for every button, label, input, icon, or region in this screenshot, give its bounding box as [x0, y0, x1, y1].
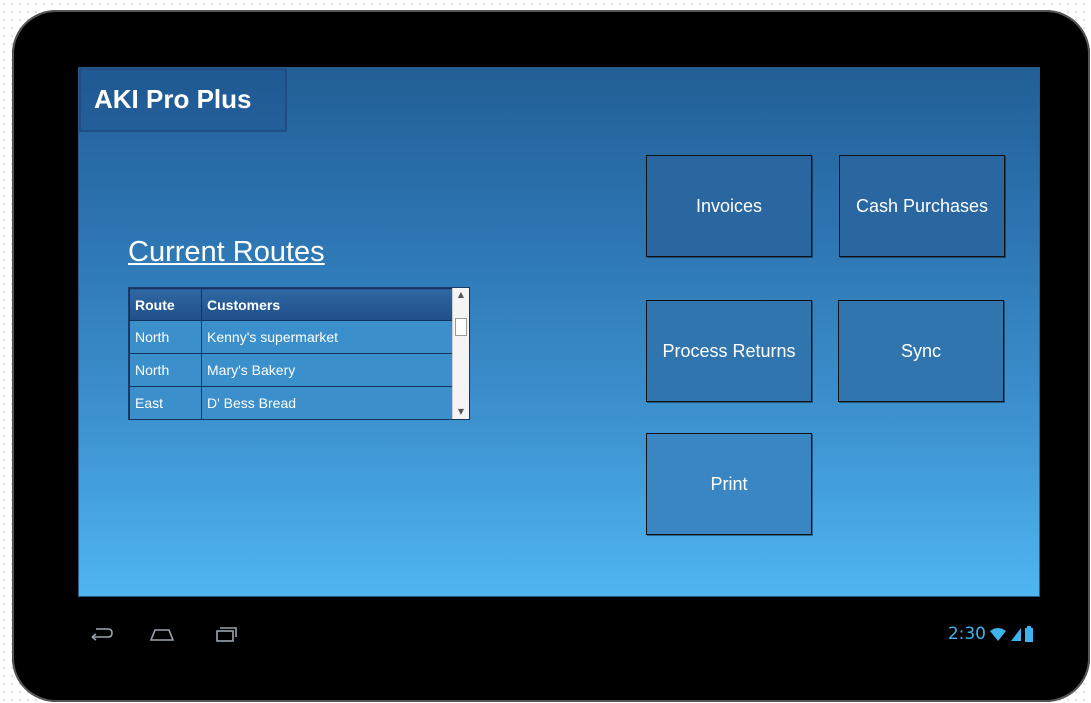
recent-apps-icon[interactable] — [211, 625, 239, 647]
column-header-customers[interactable]: Customers — [201, 288, 470, 321]
back-icon[interactable] — [88, 625, 114, 647]
process-returns-button[interactable]: Process Returns — [646, 300, 812, 402]
home-icon[interactable] — [148, 625, 176, 647]
app-title: AKI Pro Plus — [94, 84, 252, 114]
table-scrollbar[interactable]: ▲ ▼ — [452, 288, 469, 419]
table-header-row: Route Customers — [129, 288, 470, 321]
customer-cell: Kenny's supermarket — [201, 320, 470, 354]
current-routes-title: Current Routes — [128, 236, 325, 268]
print-button[interactable]: Print — [646, 433, 812, 535]
clock: 2:30 — [947, 624, 986, 644]
battery-icon — [1025, 626, 1033, 642]
signal-icon — [1011, 628, 1021, 641]
routes-table: Route Customers North Kenny's supermarke… — [129, 288, 470, 420]
column-header-route[interactable]: Route — [129, 288, 202, 321]
customer-cell: Mary's Bakery — [201, 353, 470, 387]
table-row[interactable]: East D' Bess Bread — [129, 386, 470, 420]
customer-cell: D' Bess Bread — [201, 386, 470, 420]
scroll-down-arrow-icon[interactable]: ▼ — [453, 405, 469, 419]
sync-button[interactable]: Sync — [838, 300, 1004, 402]
app-screen: AKI Pro Plus Current Routes Route Custom… — [78, 67, 1040, 597]
route-cell: North — [129, 320, 202, 354]
routes-table-container: Route Customers North Kenny's supermarke… — [128, 287, 470, 420]
scroll-up-arrow-icon[interactable]: ▲ — [453, 288, 469, 302]
scroll-thumb[interactable] — [455, 318, 467, 336]
system-nav-bar — [78, 615, 1040, 655]
invoices-button[interactable]: Invoices — [646, 155, 812, 257]
app-title-box: AKI Pro Plus — [79, 68, 287, 132]
wifi-icon — [990, 628, 1006, 641]
table-row[interactable]: North Mary's Bakery — [129, 353, 470, 387]
table-row[interactable]: North Kenny's supermarket — [129, 320, 470, 354]
status-area: 2:30 — [948, 624, 1033, 644]
route-cell: East — [129, 386, 202, 420]
cash-purchases-button[interactable]: Cash Purchases — [839, 155, 1005, 257]
route-cell: North — [129, 353, 202, 387]
